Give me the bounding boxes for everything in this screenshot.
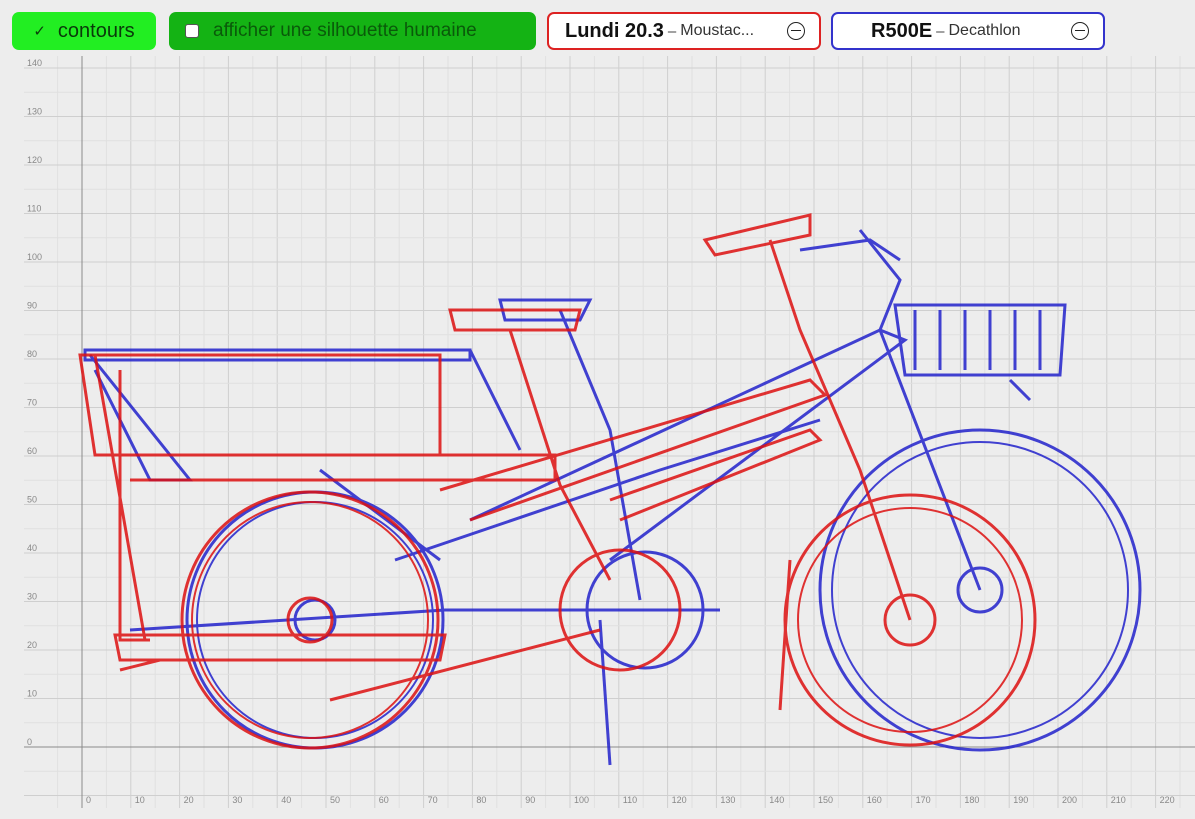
checkmark-icon: ✓ bbox=[33, 23, 46, 40]
x-tick-label: 10 bbox=[135, 795, 145, 805]
y-tick-label: 40 bbox=[27, 543, 37, 553]
contours-toggle-button[interactable]: ✓ contours bbox=[12, 12, 156, 50]
dash-separator: – bbox=[667, 22, 677, 40]
x-tick-label: 80 bbox=[476, 795, 486, 805]
x-tick-label: 140 bbox=[769, 795, 784, 805]
remove-circle-icon[interactable] bbox=[1071, 22, 1089, 40]
x-tick-label: 90 bbox=[525, 795, 535, 805]
y-tick-label: 70 bbox=[27, 398, 37, 408]
y-tick-label: 140 bbox=[27, 58, 42, 68]
y-tick-label: 60 bbox=[27, 446, 37, 456]
silhouette-checkbox[interactable] bbox=[185, 24, 199, 38]
x-tick-label: 0 bbox=[86, 795, 91, 805]
x-tick-label: 100 bbox=[574, 795, 589, 805]
bike-chip-r500e[interactable]: R500E – Decathlon bbox=[831, 12, 1105, 50]
x-tick-label: 120 bbox=[672, 795, 687, 805]
x-tick-label: 150 bbox=[818, 795, 833, 805]
measurement-grid: 0 10 20 30 40 50 60 70 80 90 100 110 120 130 140 150 160… bbox=[24, 56, 1195, 808]
x-tick-label: 20 bbox=[184, 795, 194, 805]
y-tick-label: 20 bbox=[27, 640, 37, 650]
x-tick-label: 60 bbox=[379, 795, 389, 805]
y-tick-label: 0 bbox=[27, 737, 32, 747]
remove-circle-icon[interactable] bbox=[787, 22, 805, 40]
y-tick-label: 50 bbox=[27, 495, 37, 505]
dash-separator: – bbox=[936, 22, 945, 40]
x-tick-label: 50 bbox=[330, 795, 340, 805]
bike-chip-lundi[interactable]: Lundi 20.3 – Moustac... bbox=[547, 12, 821, 50]
bike-brand-label: Moustac... bbox=[680, 22, 755, 39]
x-tick-label: 70 bbox=[428, 795, 438, 805]
y-tick-label: 80 bbox=[27, 349, 37, 359]
silhouette-label: afficher une silhouette humaine bbox=[213, 20, 477, 41]
y-tick-label: 10 bbox=[27, 689, 37, 699]
x-tick-label: 40 bbox=[281, 795, 291, 805]
y-tick-label: 130 bbox=[27, 107, 42, 117]
x-tick-label: 170 bbox=[916, 795, 931, 805]
x-tick-label: 130 bbox=[720, 795, 735, 805]
x-tick-label: 110 bbox=[623, 795, 637, 805]
x-tick-label: 30 bbox=[232, 795, 242, 805]
x-tick-label: 210 bbox=[1111, 795, 1126, 805]
y-tick-label: 120 bbox=[27, 155, 42, 165]
y-tick-label: 100 bbox=[27, 252, 42, 262]
bike-comparison-canvas: 0 10 20 30 40 50 60 70 80 90 100 110 120 130 140 150 160… bbox=[0, 0, 1195, 819]
bike-model-label: Lundi 20.3 bbox=[565, 19, 664, 42]
bike-model-label: R500E bbox=[871, 19, 933, 42]
lundi-bike-outline bbox=[78, 213, 1037, 750]
x-tick-label: 220 bbox=[1160, 795, 1175, 805]
x-tick-label: 200 bbox=[1062, 795, 1077, 805]
x-tick-label: 160 bbox=[867, 795, 882, 805]
bike-brand-label: Decathlon bbox=[948, 22, 1021, 39]
y-tick-label: 90 bbox=[27, 301, 37, 311]
contours-label: contours bbox=[57, 19, 135, 42]
y-tick-label: 30 bbox=[27, 592, 37, 602]
x-tick-label: 190 bbox=[1013, 795, 1028, 805]
y-tick-label: 110 bbox=[27, 204, 41, 214]
silhouette-toggle-button[interactable]: afficher une silhouette humaine bbox=[169, 12, 536, 50]
toolbar: ✓ contours afficher une silhouette humai… bbox=[0, 0, 1195, 56]
x-tick-label: 180 bbox=[964, 795, 979, 805]
